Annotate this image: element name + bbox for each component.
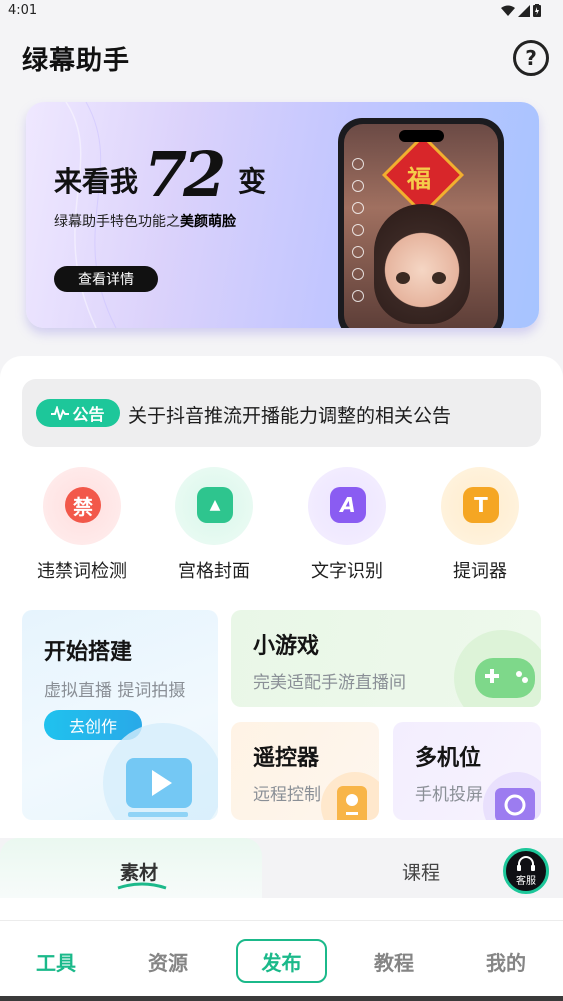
help-icon: ? [525, 46, 537, 70]
customer-service-button[interactable]: 客服 [503, 848, 549, 894]
video-play-icon [103, 723, 218, 820]
bottom-nav: 工具 资源 发布 教程 我的 [0, 920, 563, 1001]
tab-underline-decor [117, 882, 167, 890]
image-grid-icon: ▲ [175, 467, 253, 545]
card-title: 多机位 [415, 746, 482, 771]
avatar-left-eye [396, 272, 410, 284]
avatar-face [374, 204, 470, 324]
tab-materials[interactable]: 素材 [120, 858, 158, 885]
card-title: 遥控器 [253, 746, 320, 771]
image-grid-icon-glyph: ▲ [197, 487, 233, 523]
tool-text-recognition[interactable]: A 文字识别 [292, 467, 402, 583]
app-title: 绿幕助手 [22, 46, 131, 76]
announcement-bar[interactable]: 公告 关于抖音推流开播能力调整的相关公告 [22, 379, 541, 447]
signal-icon [518, 4, 530, 17]
banner-subtitle: 绿幕助手特色功能之美颜萌脸 [54, 211, 236, 231]
banner-subtitle-text: 绿幕助手特色功能之 [54, 214, 180, 230]
tool-label: 宫格封面 [178, 561, 250, 582]
phone-tool-icon [352, 246, 364, 258]
card-title: 开始搭建 [44, 640, 133, 665]
status-time: 4:01 [8, 3, 38, 18]
pulse-icon [51, 406, 70, 420]
wifi-icon [501, 5, 515, 16]
card-title: 小游戏 [253, 634, 320, 659]
customer-service-label: 客服 [516, 875, 536, 887]
banner-subtitle-highlight: 美颜萌脸 [180, 214, 236, 230]
phone-toolbar [352, 158, 364, 302]
teleprompter-icon: T [441, 467, 519, 545]
tool-teleprompter[interactable]: T 提词器 [425, 467, 535, 583]
tool-grid-cover[interactable]: ▲ 宫格封面 [159, 467, 269, 583]
phone-tool-icon [352, 158, 364, 170]
promo-banner[interactable]: 来看我 72 变 绿幕助手特色功能之美颜萌脸 查看详情 福 [26, 102, 539, 328]
phone-tool-icon [352, 202, 364, 214]
announcement-badge-label: 公告 [72, 405, 105, 424]
home-indicator [0, 996, 563, 1001]
card-start-build[interactable]: 开始搭建 虚拟直播 提词拍摄 去创作 [22, 610, 218, 820]
teleprompter-icon-glyph: T [463, 487, 499, 523]
forbidden-icon: 禁 [43, 467, 121, 545]
card-subtitle: 手机投屏 [415, 785, 483, 805]
nav-tools[interactable]: 工具 [36, 947, 76, 976]
status-icons [501, 4, 541, 17]
card-mini-game[interactable]: 小游戏 完美适配手游直播间 [231, 610, 541, 707]
card-subtitle: 完美适配手游直播间 [253, 673, 406, 693]
phone-tool-icon [352, 290, 364, 302]
announcement-badge: 公告 [36, 399, 120, 427]
phone-tool-icon [352, 224, 364, 236]
avatar-right-eye [432, 272, 446, 284]
gamepad-icon [454, 630, 541, 707]
tool-label: 文字识别 [311, 561, 383, 582]
phone-mockup: 福 [338, 118, 504, 328]
tab-courses[interactable]: 课程 [402, 858, 440, 885]
help-button[interactable]: ? [513, 40, 549, 76]
banner-title-number: 72 [144, 138, 226, 211]
nav-tutorials[interactable]: 教程 [374, 947, 414, 976]
tool-label: 违禁词检测 [37, 561, 127, 582]
phone-notch [399, 130, 444, 142]
fu-sign-text: 福 [407, 165, 431, 193]
card-subtitle: 远程控制 [253, 785, 321, 805]
banner-details-button[interactable]: 查看详情 [54, 266, 158, 292]
battery-icon [533, 4, 541, 17]
tool-forbidden-words[interactable]: 禁 违禁词检测 [27, 467, 137, 583]
forbidden-icon-glyph: 禁 [65, 487, 101, 523]
remote-icon [321, 772, 379, 820]
nav-publish[interactable]: 发布 [236, 939, 327, 983]
phone-tool-icon [352, 180, 364, 192]
status-bar: 4:01 [0, 0, 563, 26]
announcement-text: 关于抖音推流开播能力调整的相关公告 [128, 405, 452, 427]
text-recognition-icon-glyph: A [330, 487, 366, 523]
nav-resources[interactable]: 资源 [148, 947, 188, 976]
nav-mine[interactable]: 我的 [486, 947, 526, 976]
tool-label: 提词器 [453, 561, 507, 582]
card-remote-control[interactable]: 遥控器 远程控制 [231, 722, 379, 820]
content-tabs: 素材 课程 客服 [0, 838, 563, 898]
card-subtitle: 虚拟直播 提词拍摄 [44, 681, 186, 701]
text-recognition-icon: A [308, 467, 386, 545]
headset-icon [517, 855, 535, 871]
banner-title-prefix: 来看我 [54, 165, 139, 198]
phone-tool-icon [352, 268, 364, 280]
camera-icon [483, 772, 541, 820]
phone-screen: 福 [344, 124, 498, 328]
card-multi-camera[interactable]: 多机位 手机投屏 [393, 722, 541, 820]
app-header: 绿幕助手 ? [0, 26, 563, 94]
banner-title-suffix: 变 [238, 165, 267, 198]
